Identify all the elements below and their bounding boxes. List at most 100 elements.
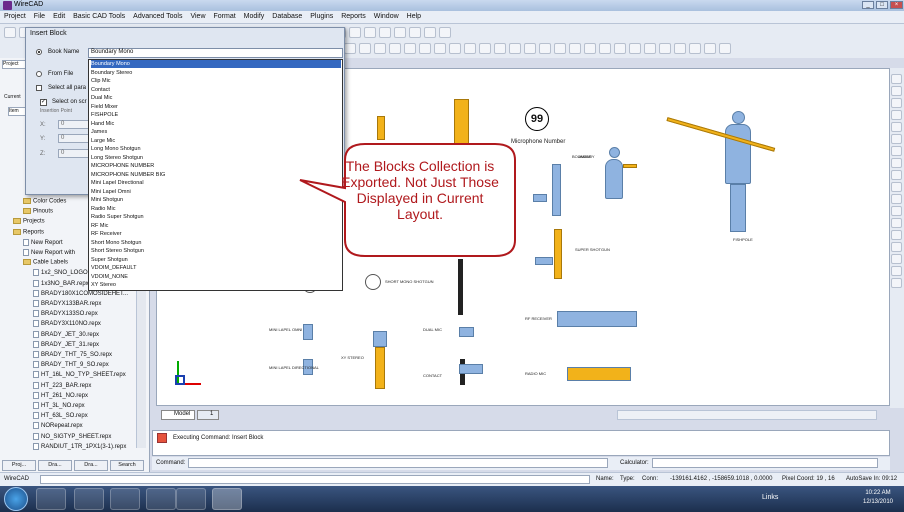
tree-item[interactable]: BRADY_JET_30.repx [33,330,99,341]
tree-item[interactable]: BRADY_THT_75_SO.repx [33,351,112,361]
dropdown-option[interactable]: Contact [91,86,341,94]
draw-tool-button[interactable] [891,158,902,168]
toolbar-button[interactable] [689,43,701,54]
taskbar-app[interactable] [110,488,140,510]
calculator-input[interactable] [652,458,878,468]
tab-model[interactable]: Model [161,410,195,420]
toolbar-button[interactable] [539,43,551,54]
draw-tool-button[interactable] [891,254,902,264]
panel-tab[interactable]: Dra... [38,460,72,471]
menu-item[interactable]: Reports [337,11,370,22]
toolbar-button[interactable] [359,43,371,54]
draw-tool-button[interactable] [891,266,902,276]
minimize-button[interactable]: _ [862,1,874,9]
tree-item[interactable]: HT_63L_SO.repx [33,412,88,422]
toolbar-button[interactable] [449,43,461,54]
toolbar-button[interactable] [584,43,596,54]
toolbar-button[interactable] [479,43,491,54]
tree-item[interactable]: HT_16L_NO_TYP_SHEET.repx [33,371,126,381]
maximize-button[interactable]: □ [876,1,888,9]
draw-tool-button[interactable] [891,110,902,120]
draw-tool-button[interactable] [891,98,902,108]
toolbar-button[interactable] [419,43,431,54]
tree-item[interactable]: BRADYX133BAR.repx [33,300,101,310]
tree-item[interactable]: Color Codes [23,198,66,208]
tree-item[interactable]: BRADY_JET_31.repx [33,340,99,351]
close-button[interactable]: × [890,1,903,9]
dropdown-option[interactable]: Boundary Stereo [91,69,341,77]
tree-item[interactable]: HT_223_BAR.repx [33,381,91,392]
menu-item[interactable]: Database [268,11,306,22]
toolbar-button[interactable] [4,27,16,38]
menu-item[interactable]: View [186,11,209,22]
toolbar-button[interactable] [364,27,376,38]
draw-tool-button[interactable] [891,74,902,84]
tree-item[interactable]: BRADYX133SO.repx [33,310,98,320]
tree-item[interactable]: Cable Labels [23,259,68,269]
tree-item[interactable]: New Report [23,238,63,249]
draw-tool-button[interactable] [891,194,902,204]
dropdown-option[interactable]: Clip Mic [91,77,341,85]
toolbar-button[interactable] [629,43,641,54]
book-name-select[interactable]: Boundary Mono [88,48,343,58]
draw-tool-button[interactable] [891,146,902,156]
toolbar-button[interactable] [424,27,436,38]
dropdown-option[interactable]: Hand Mic [91,120,341,128]
book-name-radio[interactable] [36,49,42,55]
dropdown-option[interactable]: VDOIM_DEFAULT [91,264,341,272]
taskbar-ie[interactable] [176,488,206,510]
toolbar-button[interactable] [704,43,716,54]
menu-item[interactable]: Plugins [306,11,337,22]
canvas-hscrollbar[interactable] [617,410,877,420]
dropdown-option[interactable]: Field Mixer [91,103,341,111]
toolbar-button[interactable] [404,43,416,54]
toolbar-button[interactable] [379,27,391,38]
draw-tool-button[interactable] [891,218,902,228]
toolbar-button[interactable] [569,43,581,54]
taskbar-app[interactable] [146,488,176,510]
menu-item[interactable]: Help [403,11,425,22]
taskbar-chrome[interactable] [36,488,66,510]
panel-tab[interactable]: Proj... [2,460,36,471]
toolbar-button[interactable] [349,27,361,38]
menu-item[interactable]: Advanced Tools [129,11,186,22]
from-file-radio[interactable] [36,71,42,77]
tab-layout-1[interactable]: 1 [197,410,219,420]
tab-project[interactable]: Project [2,60,26,69]
dropdown-option[interactable]: XY Stereo [91,281,341,289]
toolbar-button[interactable] [599,43,611,54]
dropdown-option[interactable]: FISHPOLE [91,111,341,119]
panel-tab[interactable]: Dra... [74,460,108,471]
tree-item[interactable]: BRADY180X1COMOSIDEHET... [33,289,128,300]
menu-item[interactable]: Window [370,11,403,22]
toolbar-button[interactable] [394,27,406,38]
menu-item[interactable]: File [30,11,49,22]
tree-item[interactable]: RANDIUT_1TR_1PX1(3-1).repx [33,442,126,453]
tree-item[interactable]: HT_261_NO.repx [33,391,88,402]
toolbar-button[interactable] [389,43,401,54]
tree-item[interactable]: NORepeat.repx [33,422,83,432]
tree-item[interactable]: Reports [13,228,44,239]
dropdown-option[interactable]: Dual Mic [91,94,341,102]
toolbar-button[interactable] [374,43,386,54]
tree-item[interactable]: NO_SIGTYP_SHEET.repx [33,432,111,443]
tree-item[interactable]: Pinouts [23,208,53,218]
menu-item[interactable]: Project [0,11,30,22]
start-button[interactable] [4,487,28,511]
dropdown-option[interactable]: James [91,128,341,136]
command-input[interactable] [188,458,608,468]
dropdown-option[interactable]: Boundary Mono [91,60,341,68]
tree-item[interactable]: New Report with [23,249,75,259]
select-all-checkbox[interactable] [36,85,42,91]
menu-item[interactable]: Modify [240,11,269,22]
dropdown-option[interactable]: VDOIM_NONE [91,273,341,281]
toolbar-button[interactable] [614,43,626,54]
toolbar-button[interactable] [644,43,656,54]
draw-tool-button[interactable] [891,182,902,192]
tree-item[interactable]: HT_3L_NO.repx [33,402,85,412]
toolbar-button[interactable] [554,43,566,54]
menu-item[interactable]: Edit [49,11,69,22]
toolbar-button[interactable] [524,43,536,54]
toolbar-button[interactable] [494,43,506,54]
toolbar-button[interactable] [674,43,686,54]
